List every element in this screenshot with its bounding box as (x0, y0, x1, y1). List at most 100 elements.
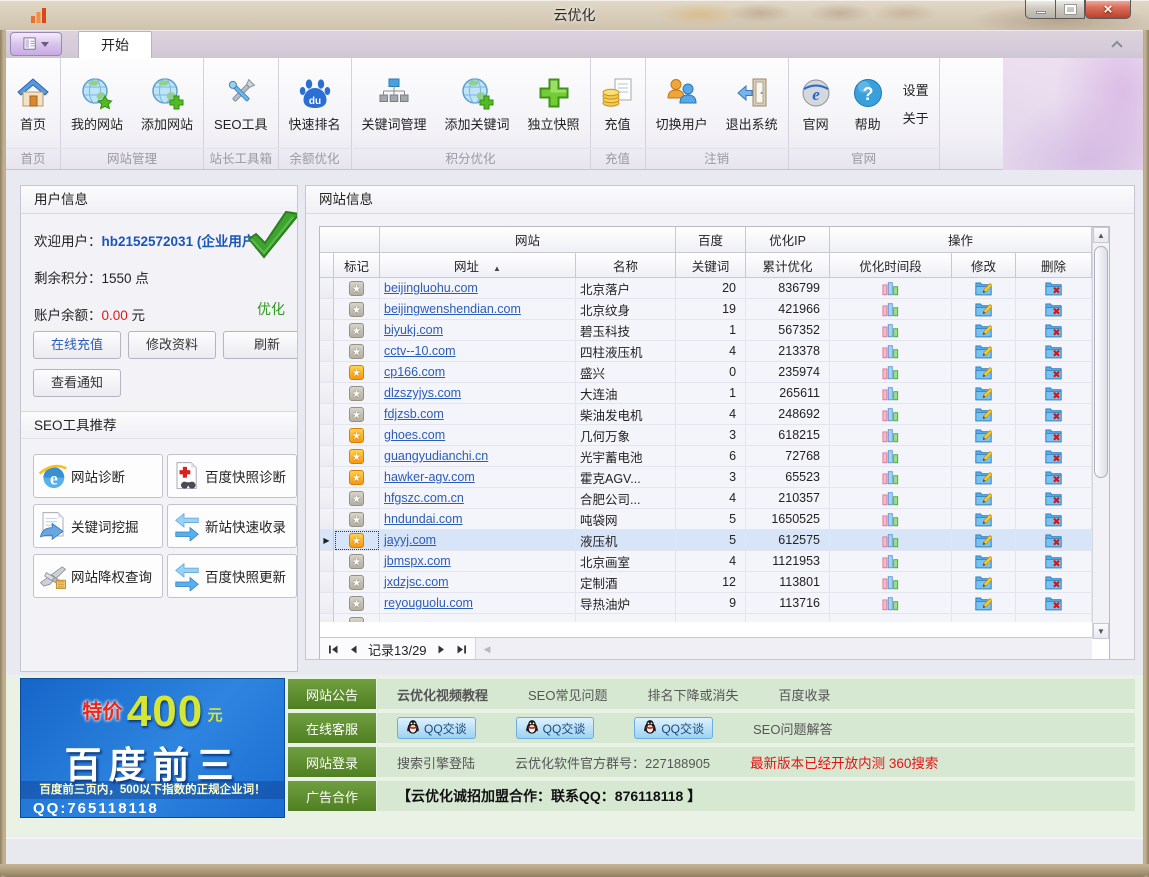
edit-cell[interactable] (952, 383, 1016, 404)
ribbon-button-my-websites[interactable]: 我的网站 (62, 58, 132, 148)
app-menu-button[interactable] (10, 32, 62, 56)
delete-cell[interactable] (1016, 488, 1092, 509)
column-header-8[interactable]: 删除 (1016, 253, 1092, 278)
announcement-link[interactable]: 排名下降或消失 (647, 685, 738, 704)
online-recharge-button[interactable]: 在线充值 (33, 331, 121, 359)
row-selector-cell[interactable] (320, 446, 334, 467)
table-row[interactable]: ★jxdzjsc.com定制酒12113801 (320, 572, 1092, 593)
prev-record-button[interactable] (348, 644, 359, 655)
delete-cell[interactable] (1016, 383, 1092, 404)
delete-cell[interactable] (1016, 425, 1092, 446)
site-url-link[interactable]: ghoes.com (384, 428, 445, 442)
url-cell[interactable]: reyouguolu.com (380, 593, 576, 614)
row-selector-cell[interactable] (320, 425, 334, 446)
maximize-button[interactable] (1055, 0, 1085, 19)
star-cell[interactable]: ★ (334, 320, 380, 341)
column-header-5[interactable]: 累计优化 (746, 253, 830, 278)
first-record-button[interactable] (328, 644, 339, 655)
url-cell[interactable]: cctv--10.com (380, 341, 576, 362)
refresh-button[interactable]: 刷新 (223, 331, 298, 359)
time-range-cell[interactable] (830, 593, 952, 614)
time-range-cell[interactable] (830, 278, 952, 299)
row-selector-cell[interactable] (320, 488, 334, 509)
edit-cell[interactable] (952, 551, 1016, 572)
star-cell[interactable]: ★ (334, 362, 380, 383)
delete-cell[interactable] (1016, 467, 1092, 488)
site-url-link[interactable]: beijingluohu.com (384, 281, 478, 295)
url-cell[interactable]: jxdzjsc.com (380, 572, 576, 593)
row-selector-cell[interactable] (320, 509, 334, 530)
row-selector-cell[interactable] (320, 551, 334, 572)
edit-cell[interactable] (952, 467, 1016, 488)
star-cell[interactable]: ★ (334, 278, 380, 299)
site-url-link[interactable]: cp166.com (384, 365, 445, 379)
table-row[interactable]: ★beijingwenshendian.com北京纹身19421966 (320, 299, 1092, 320)
edit-profile-button[interactable]: 修改资料 (128, 331, 216, 359)
table-row[interactable]: ★cctv--10.com四柱液压机4213378 (320, 341, 1092, 362)
row-selector-cell[interactable] (320, 320, 334, 341)
delete-cell[interactable] (1016, 362, 1092, 383)
seo-tool-button-4[interactable]: 新站快速收录 (167, 504, 297, 548)
star-cell[interactable]: ★ (334, 404, 380, 425)
qq-chat-button[interactable]: QQ交谈 (516, 717, 595, 739)
scroll-up-icon[interactable]: ▲ (1093, 227, 1109, 243)
star-cell[interactable]: ★ (334, 551, 380, 572)
url-cell[interactable]: beijingluohu.com (380, 278, 576, 299)
table-row[interactable]: ★cp166.com盛兴0235974 (320, 362, 1092, 383)
site-url-link[interactable]: jxdzjsc.com (384, 575, 449, 589)
seo-tool-button-5[interactable]: 网站降权查询 (33, 554, 163, 598)
table-row[interactable]: ★biyukj.com碧玉科技1567352 (320, 320, 1092, 341)
time-range-cell[interactable] (830, 446, 952, 467)
row-selector-cell[interactable]: ▶ (320, 530, 334, 551)
announcement-link[interactable]: SEO常见问题 (528, 685, 607, 704)
site-url-link[interactable]: jayyj.com (384, 533, 436, 547)
ribbon-button-exit-system[interactable]: 退出系统 (717, 58, 787, 148)
site-url-link[interactable]: hndundai.com (384, 512, 463, 526)
edit-cell[interactable] (952, 320, 1016, 341)
site-url-link[interactable]: jbmspx.com (384, 554, 451, 568)
ribbon-button-home[interactable]: 首页 (7, 58, 59, 148)
url-cell[interactable]: guangyudianchi.cn (380, 446, 576, 467)
time-range-cell[interactable] (830, 362, 952, 383)
edit-cell[interactable] (952, 446, 1016, 467)
column-header-4[interactable]: 关键词 (676, 253, 746, 278)
row-selector-cell[interactable] (320, 299, 334, 320)
time-range-cell[interactable] (830, 509, 952, 530)
qq-chat-button[interactable]: QQ交谈 (634, 717, 713, 739)
last-record-button[interactable] (456, 644, 467, 655)
row-selector-cell[interactable] (320, 383, 334, 404)
row-selector-cell[interactable] (320, 341, 334, 362)
time-range-cell[interactable] (830, 488, 952, 509)
edit-cell[interactable] (952, 278, 1016, 299)
time-range-cell[interactable] (830, 341, 952, 362)
column-header-7[interactable]: 修改 (952, 253, 1016, 278)
time-range-cell[interactable] (830, 383, 952, 404)
delete-cell[interactable] (1016, 299, 1092, 320)
view-notices-button[interactable]: 查看通知 (33, 369, 121, 397)
site-url-link[interactable]: beijingwenshendian.com (384, 302, 521, 316)
time-range-cell[interactable] (830, 299, 952, 320)
seo-tool-button-1[interactable]: e网站诊断 (33, 454, 163, 498)
ribbon-button-keyword-management[interactable]: 关键词管理 (353, 58, 436, 148)
ad-banner[interactable]: 特价 400 元 百度前三 百度前三页内，500以下指数的正规企业词！ QQ:7… (20, 678, 285, 818)
seo-tool-button-2[interactable]: 百度快照诊断 (167, 454, 297, 498)
delete-cell[interactable] (1016, 278, 1092, 299)
row-selector-cell[interactable] (320, 362, 334, 383)
star-cell[interactable]: ★ (334, 446, 380, 467)
announcement-link[interactable]: 百度收录 (779, 685, 831, 704)
edit-cell[interactable] (952, 593, 1016, 614)
scrollbar-thumb[interactable] (1094, 246, 1108, 478)
ribbon-button-add-keyword[interactable]: 添加关键词 (436, 58, 519, 148)
vertical-scrollbar[interactable]: ▲ ▼ (1092, 227, 1109, 639)
row-selector-cell[interactable] (320, 572, 334, 593)
delete-cell[interactable] (1016, 404, 1092, 425)
column-header-2[interactable]: 网址▲ (380, 253, 576, 278)
star-cell[interactable]: ★ (334, 299, 380, 320)
star-cell[interactable]: ★ (334, 383, 380, 404)
edit-cell[interactable] (952, 299, 1016, 320)
delete-cell[interactable] (1016, 593, 1092, 614)
row-selector-cell[interactable] (320, 278, 334, 299)
star-cell[interactable]: ★ (334, 530, 380, 551)
row-selector-cell[interactable] (320, 404, 334, 425)
column-header-6[interactable]: 优化时间段 (830, 253, 952, 278)
